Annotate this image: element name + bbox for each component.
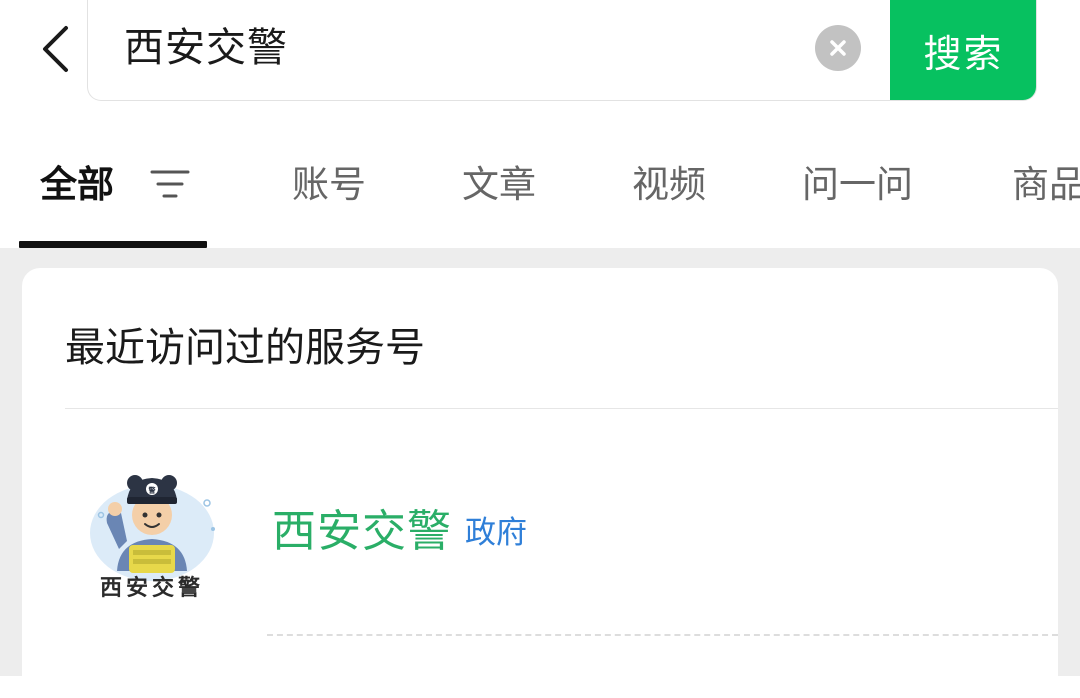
item-separator: [267, 634, 1058, 636]
tab-accounts[interactable]: 账号: [292, 160, 366, 210]
search-button[interactable]: 搜索: [890, 0, 1036, 100]
avatar: 警 西安交警: [90, 475, 215, 601]
close-icon: [830, 40, 846, 56]
badge-glyph: 警: [149, 486, 156, 495]
active-tab-indicator: [19, 241, 207, 248]
tab-ask[interactable]: 问一问: [802, 160, 913, 210]
tab-products[interactable]: 商品: [1012, 160, 1080, 210]
avatar-caption: 西安交警: [100, 575, 204, 601]
back-button[interactable]: [30, 22, 80, 76]
search-input[interactable]: 西安交警: [124, 18, 288, 78]
recent-services-card: 最近访问过的服务号 警 西安交警 西安交警 政府: [22, 268, 1058, 698]
tab-all[interactable]: 全部: [40, 160, 114, 210]
divider: [65, 408, 1058, 409]
tab-articles[interactable]: 文章: [462, 160, 536, 210]
result-name[interactable]: 西安交警: [272, 502, 452, 562]
clear-search-button[interactable]: [815, 25, 861, 71]
filter-icon[interactable]: [150, 168, 190, 200]
chevron-left-icon: [43, 26, 68, 72]
category-badge: 政府: [465, 515, 527, 551]
category-tabs: 全部 账号 文章 视频 问一问 商品: [0, 130, 1080, 248]
search-bar: 西安交警 搜索: [87, 0, 1037, 101]
tab-videos[interactable]: 视频: [632, 160, 706, 210]
section-title: 最近访问过的服务号: [65, 325, 425, 371]
